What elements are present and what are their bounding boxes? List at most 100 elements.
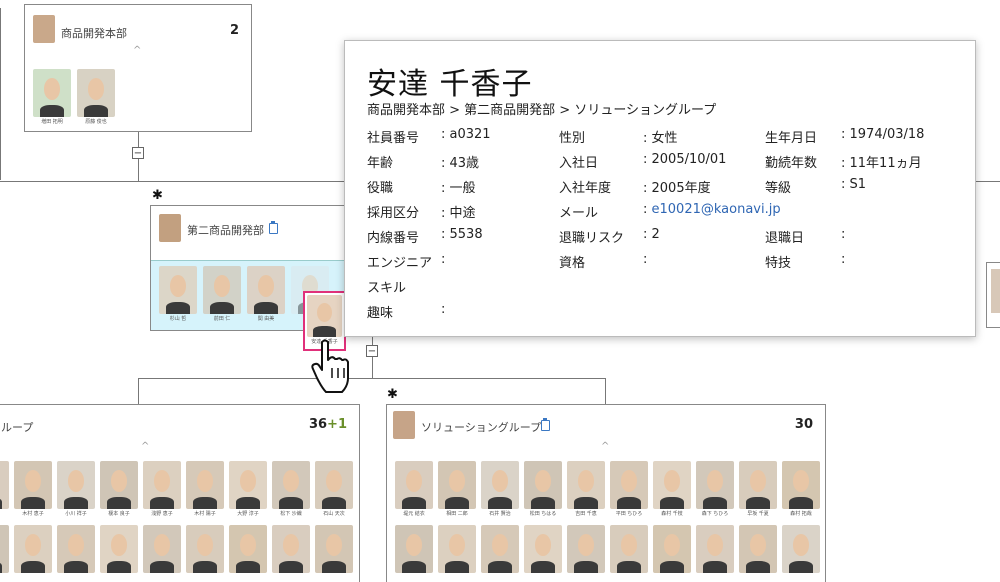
member-photo[interactable]: 増田 拓明 bbox=[33, 69, 71, 127]
member-photo[interactable]: 早坂 千夏 bbox=[739, 461, 777, 519]
field-value: : 中途 bbox=[441, 206, 476, 221]
expand-up-icon[interactable]: ^ bbox=[601, 441, 609, 452]
field-label: 入社日 bbox=[559, 156, 599, 171]
avatar bbox=[393, 411, 415, 439]
member-photo[interactable] bbox=[14, 525, 52, 582]
member-photo[interactable]: 平田 ちひろ bbox=[610, 461, 648, 519]
field-value: : bbox=[643, 252, 648, 267]
field-label: 内線番号 bbox=[367, 231, 420, 246]
member-photo[interactable] bbox=[481, 525, 519, 582]
field-label: 退職リスク bbox=[559, 231, 625, 246]
field-label: エンジニア bbox=[367, 256, 433, 271]
connector-line bbox=[138, 378, 606, 379]
member-photo[interactable] bbox=[739, 525, 777, 582]
member-photo[interactable]: 榎本 良子 bbox=[100, 461, 138, 519]
field-label: 趣味 bbox=[367, 306, 394, 321]
member-photo[interactable]: 吉田 千恵 bbox=[567, 461, 605, 519]
field-label: 生年月日 bbox=[765, 131, 818, 146]
org-chart-canvas: − − 商品開発本部 2 ^ 増田 拓明 原藤 俊也 ✱ 第二商品開発部 杉山 … bbox=[0, 0, 1000, 582]
member-photo[interactable] bbox=[782, 525, 820, 582]
field-value[interactable]: : e10021@kaonavi.jp bbox=[643, 202, 781, 217]
field-value: : bbox=[441, 302, 446, 317]
expand-up-icon[interactable]: ^ bbox=[141, 441, 149, 452]
member-photo[interactable]: 相田 二郎 bbox=[438, 461, 476, 519]
org-card-partial[interactable] bbox=[986, 262, 1000, 328]
clipboard-icon[interactable] bbox=[541, 418, 550, 431]
member-photo[interactable] bbox=[696, 525, 734, 582]
member-photo[interactable]: 原藤 俊也 bbox=[77, 69, 115, 127]
field-value: : 43歳 bbox=[441, 156, 480, 171]
star-icon: ✱ bbox=[387, 387, 398, 402]
field-label: 退職日 bbox=[765, 231, 805, 246]
department-path: 商品開発本部 > 第二商品開発部 > ソリューショングループ bbox=[367, 103, 717, 118]
connector-line bbox=[605, 378, 606, 404]
org-card-top[interactable]: 商品開発本部 2 ^ 増田 拓明 原藤 俊也 bbox=[24, 4, 252, 132]
email-link[interactable]: e10021@kaonavi.jp bbox=[652, 202, 781, 217]
clipboard-icon[interactable] bbox=[269, 221, 278, 234]
field-label: 社員番号 bbox=[367, 131, 420, 146]
member-photo[interactable] bbox=[186, 525, 224, 582]
field-label: 年齢 bbox=[367, 156, 394, 171]
expand-up-icon[interactable]: ^ bbox=[133, 45, 141, 56]
member-photo[interactable]: 木村 恵子 bbox=[14, 461, 52, 519]
field-label: スキル bbox=[367, 281, 407, 296]
member-count: 2 bbox=[229, 23, 239, 38]
star-icon: ✱ bbox=[152, 188, 163, 203]
field-value: : 2005/10/01 bbox=[643, 152, 727, 167]
member-photo[interactable] bbox=[653, 525, 691, 582]
field-label: 役職 bbox=[367, 181, 394, 196]
member-photo[interactable]: 杉山 哲 bbox=[159, 266, 197, 324]
employee-detail-popup: 安達 千香子 商品開発本部 > 第二商品開発部 > ソリューショングループ 社員… bbox=[344, 40, 976, 337]
member-photo[interactable] bbox=[610, 525, 648, 582]
card-title: 商品開発本部 bbox=[61, 27, 127, 40]
member-photo[interactable]: 森下 ちひろ bbox=[696, 461, 734, 519]
member-photo[interactable]: 木村 陽子 bbox=[186, 461, 224, 519]
field-label: 入社年度 bbox=[559, 181, 612, 196]
member-photo[interactable] bbox=[229, 525, 267, 582]
member-photo[interactable] bbox=[272, 525, 310, 582]
member-photo[interactable] bbox=[395, 525, 433, 582]
member-photo[interactable] bbox=[0, 461, 9, 519]
member-photo[interactable] bbox=[524, 525, 562, 582]
member-photo[interactable]: 石井 賢治 bbox=[481, 461, 519, 519]
connector-line bbox=[0, 8, 1, 180]
org-card-group-left[interactable]: ループ 36+1 ^ 木村 恵子 小川 祥子 榎本 良子 浅野 恵子 木村 陽子 大野 淳… bbox=[0, 404, 360, 582]
member-photo[interactable] bbox=[315, 525, 353, 582]
card-title: ループ bbox=[1, 421, 34, 434]
member-photo[interactable] bbox=[0, 525, 9, 582]
member-photo[interactable]: 関 由美 bbox=[247, 266, 285, 324]
field-value: : 女性 bbox=[643, 131, 678, 146]
field-value: : bbox=[441, 252, 446, 267]
member-photo[interactable]: 小川 祥子 bbox=[57, 461, 95, 519]
member-photo[interactable]: 森村 千枝 bbox=[653, 461, 691, 519]
member-photo[interactable] bbox=[57, 525, 95, 582]
member-photo[interactable] bbox=[100, 525, 138, 582]
member-count: 36+1 bbox=[308, 417, 347, 432]
org-card-solution-group[interactable]: ソリューショングループ 30 ^ 堤元 結衣 相田 二郎 石井 賢治 松田 ちはる 吉田… bbox=[386, 404, 826, 582]
field-label: 特技 bbox=[765, 256, 792, 271]
member-photo[interactable] bbox=[567, 525, 605, 582]
collapse-toggle[interactable]: − bbox=[132, 147, 144, 159]
field-value: : 2005年度 bbox=[643, 181, 711, 196]
collapse-toggle[interactable]: − bbox=[366, 345, 378, 357]
field-label: 採用区分 bbox=[367, 206, 420, 221]
field-value: : 11年11ヵ月 bbox=[841, 156, 922, 171]
member-photo[interactable]: 堤元 結衣 bbox=[395, 461, 433, 519]
field-label: メール bbox=[559, 206, 599, 221]
member-photo[interactable]: 森村 拓哉 bbox=[782, 461, 820, 519]
member-photo[interactable]: 大野 淳子 bbox=[229, 461, 267, 519]
field-value: : 2 bbox=[643, 227, 660, 242]
member-photo[interactable]: 前田 仁 bbox=[203, 266, 241, 324]
member-photo[interactable]: 石山 天次 bbox=[315, 461, 353, 519]
field-value: : S1 bbox=[841, 177, 867, 192]
field-label: 性別 bbox=[559, 131, 586, 146]
member-photo[interactable] bbox=[143, 525, 181, 582]
member-photo[interactable]: 浅野 恵子 bbox=[143, 461, 181, 519]
member-photo[interactable] bbox=[438, 525, 476, 582]
member-photo[interactable]: 松下 沙織 bbox=[272, 461, 310, 519]
member-count: 30 bbox=[794, 417, 813, 432]
avatar bbox=[33, 15, 55, 43]
member-photo[interactable]: 松田 ちはる bbox=[524, 461, 562, 519]
field-value: : 5538 bbox=[441, 227, 483, 242]
member-photo[interactable] bbox=[991, 269, 1000, 313]
